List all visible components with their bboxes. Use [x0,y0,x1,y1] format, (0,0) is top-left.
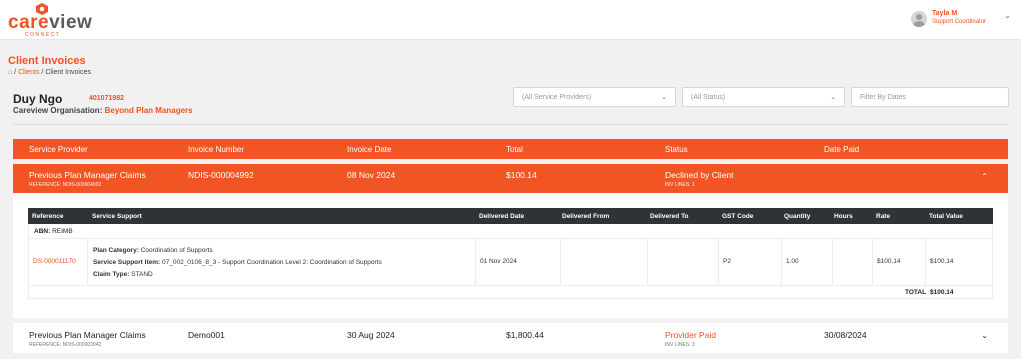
col-gst-code: GST Code [722,213,754,220]
page-title: Client Invoices [8,55,86,67]
invoice-number: Demo001 [188,330,225,340]
user-role: Support Coordinator [932,19,987,25]
chevron-down-icon[interactable]: ⌄ [1004,11,1011,20]
client-name: Duy Ngo [13,92,63,106]
header-service-provider: Service Provider [29,145,88,154]
col-reference: Reference [32,213,64,220]
col-delivered-date: Delivered Date [479,213,525,220]
column-divider [560,239,561,286]
breadcrumb-clients-link[interactable]: Clients [18,69,39,76]
column-divider [475,239,476,286]
invoice-reference: REFERENCE: NDIS-000003042 [29,342,102,348]
header-invoice-number: Invoice Number [188,145,245,154]
invoice-status: Provider Paid [665,330,717,340]
invoice-date: 30 Aug 2024 [347,330,395,340]
status-filter-value: (All Status) [691,94,726,101]
column-divider [925,239,926,286]
invoice-provider: Previous Plan Manager Claims [29,170,146,180]
abn-value: REIMB [52,228,73,235]
invoice-number: NDIS-000004992 [188,170,254,180]
column-divider [647,239,648,286]
date-filter-input[interactable]: Filter By Dates [851,87,1009,107]
chevron-up-icon[interactable]: ⌃ [981,172,988,181]
invoice-row[interactable]: Previous Plan Manager Claims REFERENCE: … [13,323,1008,353]
invoice-total: $1,800.44 [506,330,544,340]
status-filter[interactable]: (All Status) ⌄ [682,87,845,107]
breadcrumb: ⌂ / Clients / Client Invoices [8,69,91,76]
column-divider [872,239,873,286]
col-total-value: Total Value [929,213,963,220]
chevron-down-icon: ⌄ [661,94,667,101]
col-quantity: Quantity [784,213,811,220]
invoice-detail-panel: Reference Service Support Delivered Date… [13,193,1008,318]
invoice-date-paid: 30/08/2024 [824,330,867,340]
header-status: Status [665,145,688,154]
chevron-down-icon: ⌄ [830,94,836,101]
invoice-reference: REFERENCE: NDIS-000004992 [29,182,102,188]
claim-type: STAND [131,271,153,278]
invoice-table-header: Service Provider Invoice Number Invoice … [13,139,1008,159]
total-value: $100.14 [930,289,954,296]
invoice-date: 08 Nov 2024 [347,170,396,180]
invoice-provider: Previous Plan Manager Claims [29,330,146,340]
breadcrumb-current: Client Invoices [45,69,91,76]
column-divider [87,239,88,286]
service-provider-filter[interactable]: (All Service Providers) ⌄ [513,87,676,107]
chevron-down-icon[interactable]: ⌄ [981,331,988,340]
logo-subtitle: CONNECT [25,32,61,38]
careview-logo[interactable]: careview CONNECT [8,3,92,38]
top-bar: careview CONNECT Tayla M Support Coordin… [0,0,1021,40]
col-delivered-to: Delivered To [650,213,689,220]
col-hours: Hours [834,213,853,220]
invoice-row-expanded[interactable]: Previous Plan Manager Claims REFERENCE: … [13,164,1008,193]
total-label: TOTAL [905,289,927,296]
invoice-lines: INV LINES: 3 [665,342,695,348]
col-service-support: Service Support [92,213,142,220]
column-divider [781,239,782,286]
header-invoice-date: Invoice Date [347,145,392,154]
invoice-total: $100.14 [506,170,537,180]
organisation-line: Careview Organisation: Beyond Plan Manag… [13,106,193,115]
plan-category: Coordination of Supports [140,247,213,254]
date-filter-placeholder: Filter By Dates [860,94,906,101]
line-quantity: 1.00 [786,258,799,265]
line-rate: $100.14 [877,258,901,265]
user-menu[interactable]: Tayla M Support Coordinator ⌄ [911,10,1011,32]
line-delivered-date: 01 Nov 2024 [480,258,517,265]
abn-row: ABN: REIMB [28,224,993,239]
home-icon[interactable]: ⌂ [8,69,12,76]
avatar [911,11,927,27]
abn-label: ABN: [34,228,51,235]
user-name: Tayla M [932,10,958,17]
column-divider [832,239,833,286]
organisation-name[interactable]: Beyond Plan Managers [105,106,193,115]
service-provider-filter-value: (All Service Providers) [522,94,592,101]
service-support-item: 07_002_0106_8_3 - Support Coordination L… [162,259,382,266]
line-total-value: $100.14 [930,258,954,265]
logo-wordmark: careview [8,12,93,33]
col-delivered-from: Delivered From [562,213,610,220]
header-date-paid: Date Paid [824,145,860,154]
column-divider [718,239,719,286]
line-reference-link[interactable]: DS-000011170 [33,258,76,265]
organisation-label: Careview Organisation: [13,106,103,115]
header-total: Total [506,145,523,154]
invoice-status: Declined by Client [665,170,734,180]
invoice-lines: INV LINES: 1 [665,182,695,188]
client-id: 401071982 [89,95,125,102]
line-gst-code: P2 [723,258,731,265]
invoice-line-row: DS-000011170 Plan Category: Coordination… [28,239,993,286]
col-rate: Rate [876,213,891,220]
invoice-total-row: TOTAL $100.14 [28,286,993,299]
divider [13,124,1008,125]
invoice-lines-header: Reference Service Support Delivered Date… [28,208,993,224]
service-support-details: Plan Category: Coordination of Supports … [93,247,382,278]
